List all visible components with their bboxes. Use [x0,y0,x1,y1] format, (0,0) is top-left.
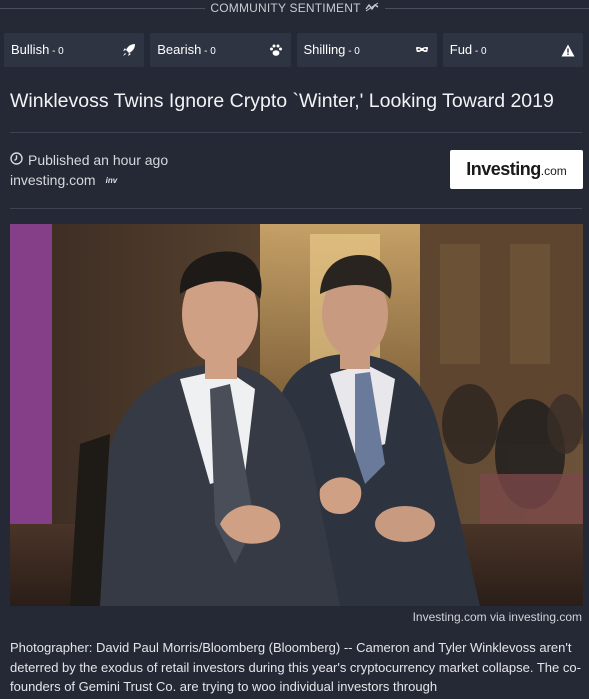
logo-suffix: .com [540,164,567,178]
meta-divider [10,208,582,209]
community-sentiment-label: COMMUNITY SENTIMENT [210,1,361,15]
image-caption: Investing.com via investing.com [412,610,582,624]
bearish-text: Bearish - 0 [157,41,216,59]
clock-icon [10,152,23,168]
mask-icon [415,43,429,57]
trend-squiggle-icon [365,1,379,15]
fud-button[interactable]: Fud - 0 [442,33,583,67]
fud-text: Fud - 0 [450,41,487,59]
header-divider-right [385,8,589,9]
article-image [10,224,583,606]
bullish-label: Bullish [11,42,50,57]
published-time: Published an hour ago [28,152,169,168]
published-row: Published an hour ago [10,150,168,170]
source-row: investing.com inv [10,170,168,190]
paw-icon [269,43,283,57]
fud-label: Fud [449,42,473,57]
bearish-count: - 0 [201,46,216,57]
rocket-icon [122,43,136,57]
investing-logo[interactable]: Investing.com [450,150,583,189]
logo-text: Investing.com [466,159,567,180]
article-meta: Published an hour ago investing.com inv [10,150,168,190]
bullish-button[interactable]: Bullish - 0 [4,33,145,67]
community-sentiment-title: COMMUNITY SENTIMENT [210,1,379,15]
source-link[interactable]: investing.com [10,172,96,188]
sentiment-buttons: Bullish - 0 Bearish - 0 Shilling - 0 Fud… [4,33,583,67]
article-headline: Winklevoss Twins Ignore Crypto `Winter,'… [10,90,554,112]
header-divider-left [0,8,205,9]
warning-icon [561,43,575,57]
source-badge: inv [105,175,118,185]
shilling-count: - 0 [345,46,360,57]
community-sentiment-header: COMMUNITY SENTIMENT [0,0,589,20]
headline-divider [10,132,582,133]
article-body: Photographer: David Paul Morris/Bloomber… [10,640,581,694]
bullish-text: Bullish - 0 [11,41,64,59]
shilling-label: Shilling [303,42,346,57]
shilling-button[interactable]: Shilling - 0 [296,33,437,67]
shilling-text: Shilling - 0 [304,41,360,59]
logo-name: Investing [466,159,541,179]
bearish-button[interactable]: Bearish - 0 [150,33,291,67]
bullish-count: - 0 [49,46,64,57]
fud-count: - 0 [472,46,487,57]
bearish-label: Bearish [157,42,202,57]
